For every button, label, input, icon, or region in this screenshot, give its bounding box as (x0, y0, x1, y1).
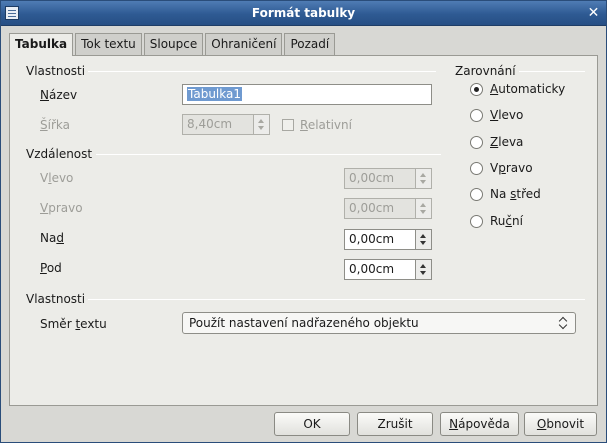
tab-panel: Vlastnosti Název Tabulka1 Šířka 8,40cm R… (9, 55, 598, 406)
format-table-dialog: Formát tabulky ✕ Tabulka Tok textu Sloup… (0, 0, 607, 443)
spacing-above-label: Nad (40, 231, 64, 245)
relative-label: Relativní (300, 118, 352, 132)
reset-button[interactable]: Obnovit (524, 412, 597, 436)
chevron-updown-icon (560, 316, 568, 330)
spacing-above-input[interactable]: 0,00cm (344, 229, 416, 250)
width-spinner[interactable] (254, 114, 270, 135)
spacing-below-label: Pod (40, 261, 62, 275)
radio-label: Na střed (490, 187, 541, 201)
help-button[interactable]: Nápověda (440, 412, 519, 436)
spacing-left-label: Vlevo (40, 171, 74, 185)
radio-button[interactable] (470, 162, 483, 175)
radio-button[interactable] (470, 83, 483, 96)
spacing-right-spinner[interactable] (416, 198, 432, 219)
relative-checkbox[interactable] (282, 119, 294, 131)
alignment-heading: Zarovnání (455, 64, 516, 78)
tab-columns[interactable]: Sloupce (143, 33, 204, 55)
alignment-rule (519, 71, 585, 72)
radio-button[interactable] (470, 188, 483, 201)
properties-heading: Vlastnosti (26, 64, 86, 78)
name-input[interactable]: Tabulka1 (182, 84, 432, 105)
text-direction-select[interactable]: Použít nastavení nadřazeného objektu (182, 312, 576, 334)
name-label: Název (40, 88, 78, 102)
tab-table[interactable]: Tabulka (9, 33, 74, 56)
window-title: Formát tabulky (251, 6, 356, 20)
spacing-left-input[interactable]: 0,00cm (344, 168, 416, 189)
radio-label: Vpravo (490, 161, 533, 175)
ok-button[interactable]: OK (274, 412, 350, 436)
radio-label: Automaticky (490, 82, 566, 96)
radio-button[interactable] (470, 215, 483, 228)
spacing-rule (96, 154, 441, 155)
spacing-right-input[interactable]: 0,00cm (344, 198, 416, 219)
title-bar: Formát tabulky ✕ (1, 1, 606, 26)
spacing-below-input[interactable]: 0,00cm (344, 259, 416, 280)
spacing-above-spinner[interactable] (416, 229, 432, 250)
radio-button[interactable] (470, 136, 483, 149)
tab-text-flow[interactable]: Tok textu (75, 33, 142, 55)
radio-label: Vlevo (490, 108, 524, 122)
spacing-right-label: Vpravo (40, 201, 83, 215)
cancel-button[interactable]: Zrušit (357, 412, 433, 436)
width-input[interactable]: 8,40cm (182, 114, 254, 135)
properties2-heading: Vlastnosti (26, 292, 86, 306)
spacing-heading: Vzdálenost (26, 147, 93, 161)
text-direction-value: Použít nastavení nadřazeného objektu (189, 316, 419, 330)
text-direction-label: Směr textu (40, 317, 107, 331)
radio-label: Zleva (490, 135, 524, 149)
properties2-rule (88, 299, 585, 300)
tab-borders[interactable]: Ohraničení (205, 33, 283, 55)
width-label: Šířka (40, 118, 70, 132)
properties-rule (88, 71, 436, 72)
tab-bar: Tabulka Tok textu Sloupce Ohraničení Poz… (9, 33, 337, 56)
radio-button[interactable] (470, 109, 483, 122)
tab-background[interactable]: Pozadí (284, 33, 336, 55)
close-icon[interactable]: ✕ (586, 6, 601, 21)
spacing-below-spinner[interactable] (416, 259, 432, 280)
spacing-left-spinner[interactable] (416, 168, 432, 189)
radio-label: Ruční (490, 214, 523, 228)
